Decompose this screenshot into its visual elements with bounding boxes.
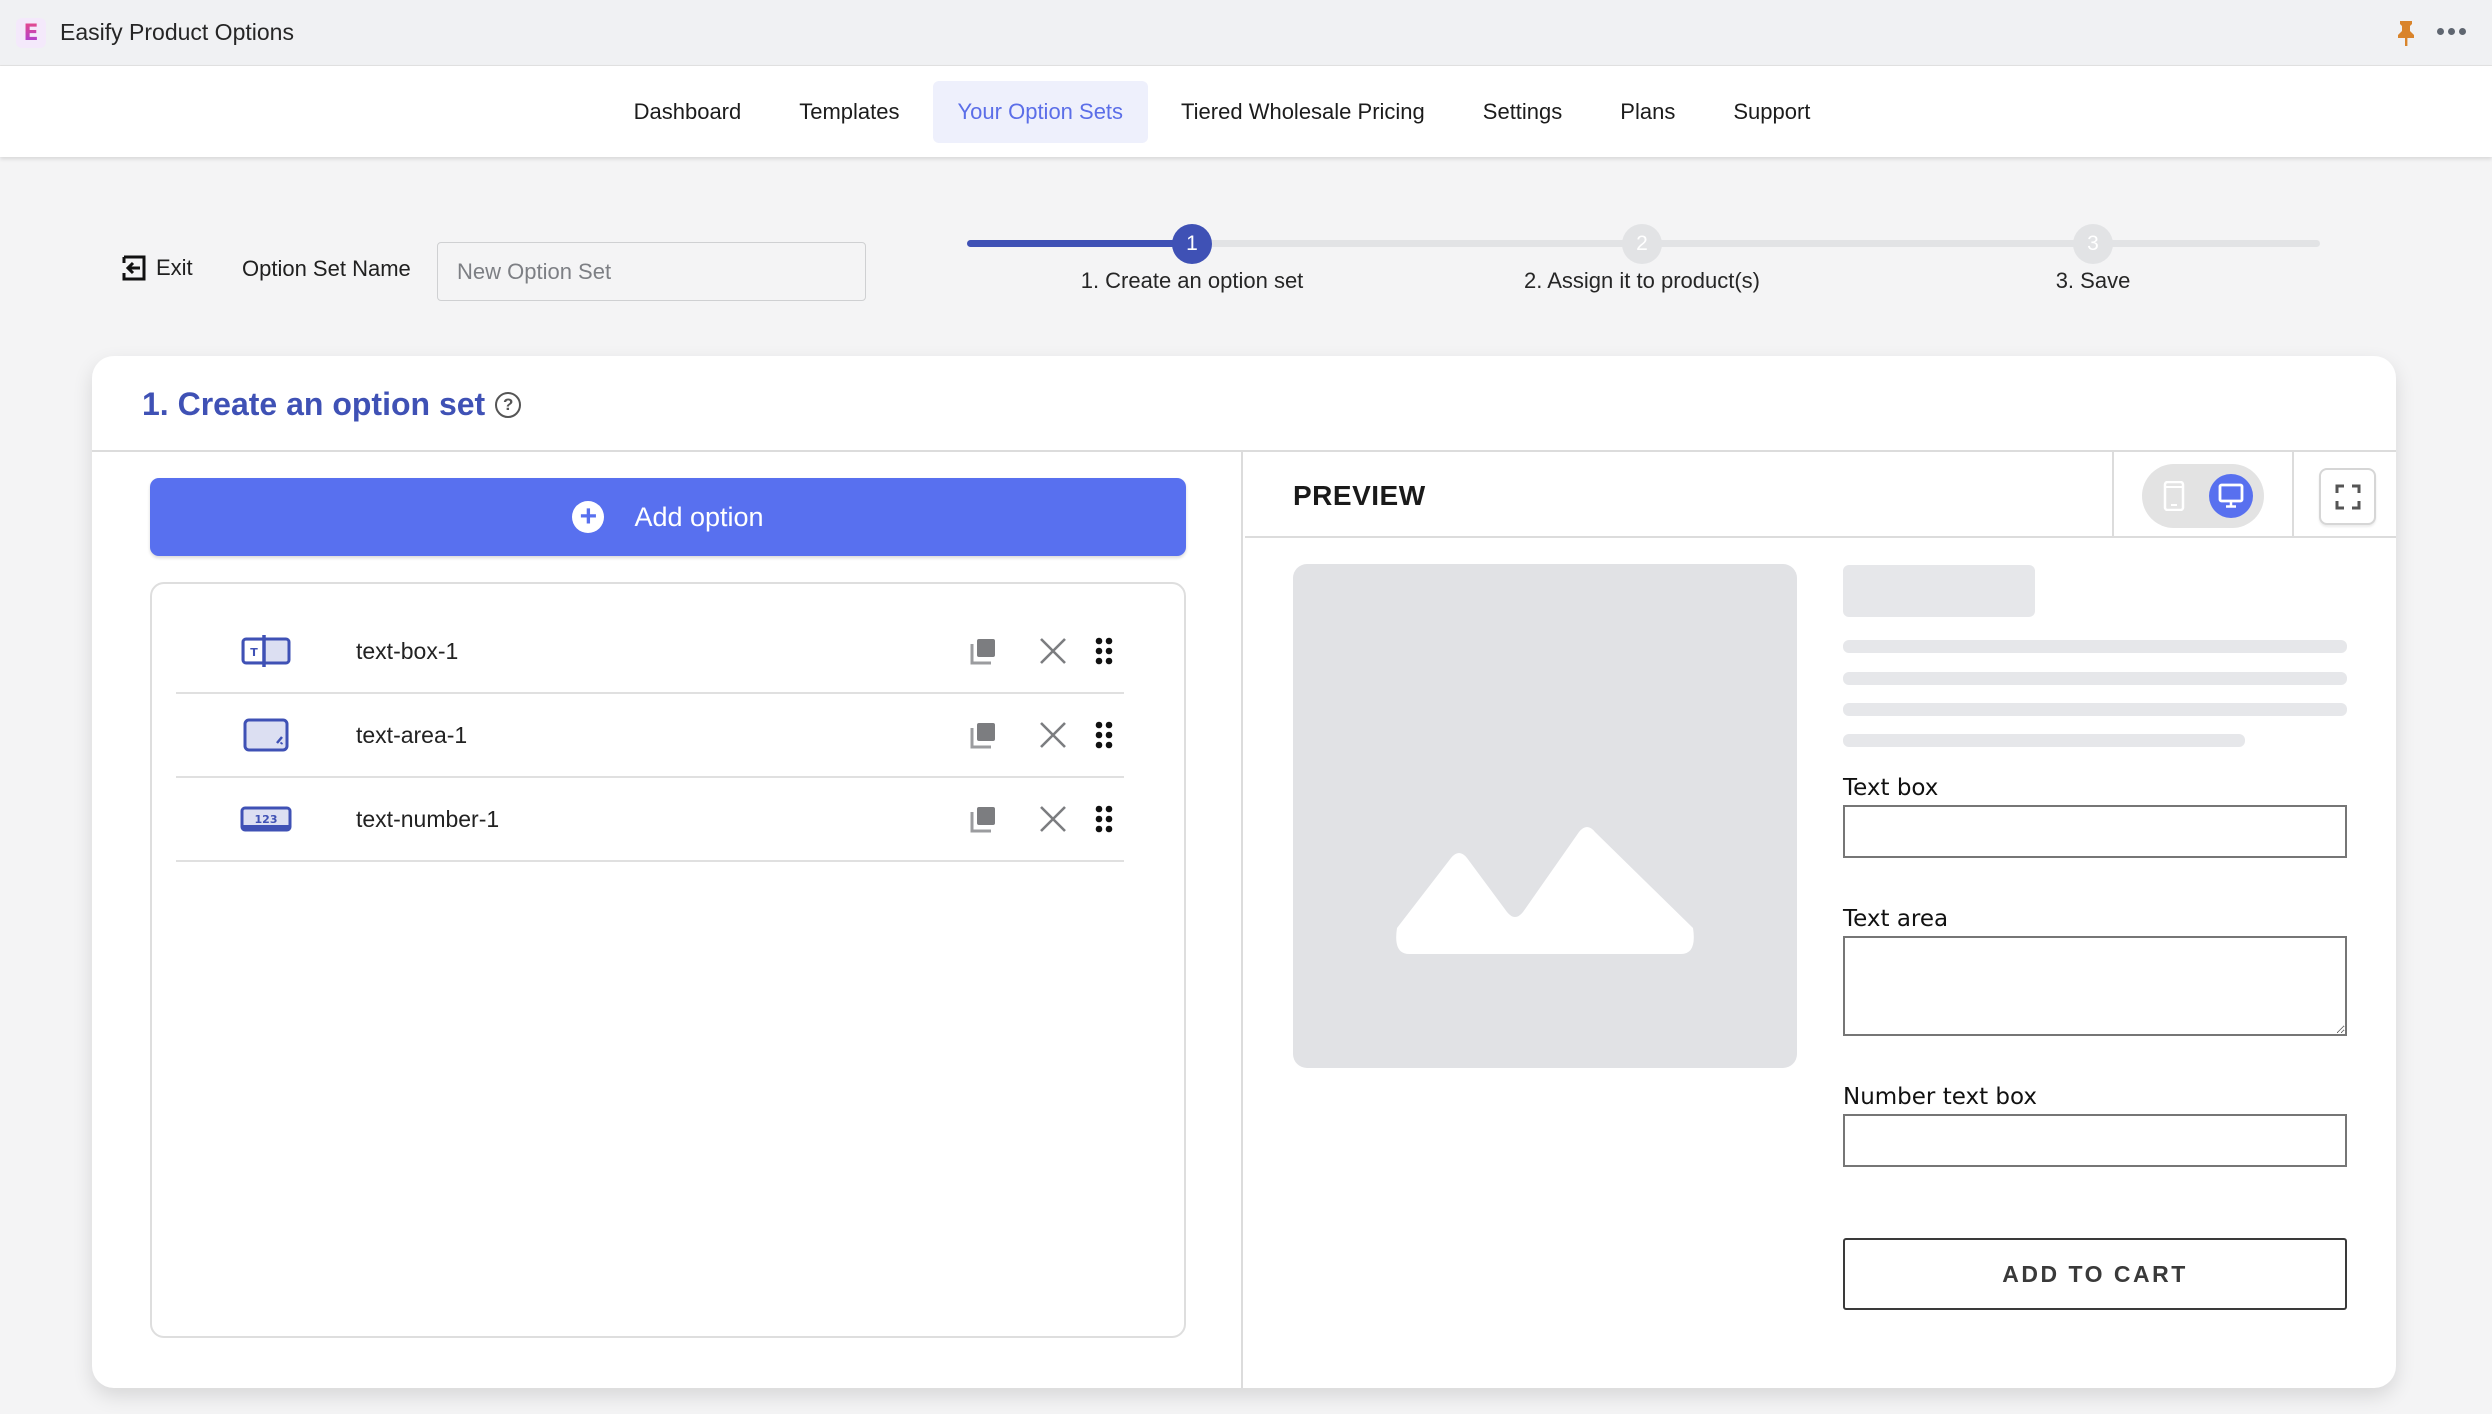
nav-tiered-wholesale-pricing[interactable]: Tiered Wholesale Pricing [1156, 81, 1450, 143]
preview-text-box-label: Text box [1843, 775, 1939, 801]
desktop-view-button[interactable] [2209, 474, 2253, 518]
text-area-icon [243, 718, 289, 752]
step-3-dot[interactable]: 3 [2073, 224, 2113, 264]
drag-handle-icon[interactable] [1094, 720, 1114, 750]
image-placeholder-icon [1396, 827, 1694, 954]
preview-title: PREVIEW [1293, 480, 1426, 511]
device-toggle [2142, 464, 2264, 528]
progress-stepper: 1 2 3 1. Create an option set 2. Assign … [967, 222, 2320, 302]
preview-text-area-label: Text area [1843, 906, 1949, 932]
svg-text:123: 123 [255, 813, 278, 826]
main-nav: Dashboard Templates Your Option Sets Tie… [0, 66, 2492, 157]
exit-icon [122, 255, 146, 281]
text-box-icon: T [241, 635, 291, 667]
app-title: Easify Product Options [60, 19, 294, 45]
fullscreen-icon [2335, 484, 2360, 509]
more-horizontal-icon[interactable] [2437, 28, 2466, 35]
drag-handle-icon[interactable] [1094, 636, 1114, 666]
preview-header: PREVIEW [1245, 452, 2396, 538]
duplicate-icon[interactable] [968, 636, 998, 666]
mobile-view-button[interactable] [2152, 474, 2196, 518]
option-name: text-box-1 [356, 637, 459, 664]
product-image-placeholder [1293, 564, 1797, 1068]
step-2-dot[interactable]: 2 [1622, 224, 1662, 264]
fullscreen-button[interactable] [2319, 468, 2376, 525]
option-row[interactable]: 123 text-number-1 [176, 778, 1124, 862]
preview-number-box-input[interactable] [1843, 1114, 2347, 1167]
option-row[interactable]: T text-box-1 [176, 610, 1124, 694]
step-1-dot[interactable]: 1 [1172, 224, 1212, 264]
stepper-progress [967, 240, 1193, 247]
nav-support[interactable]: Support [1708, 81, 1835, 143]
card-header: 1. Create an option set ? [92, 356, 2396, 452]
exit-label: Exit [156, 255, 193, 280]
delete-icon[interactable] [1038, 720, 1068, 750]
preview-text-area-input[interactable] [1843, 936, 2347, 1036]
preview-text-box-input[interactable] [1843, 805, 2347, 858]
pin-icon[interactable] [2395, 20, 2417, 46]
text-skeleton [1843, 734, 2245, 747]
add-to-cart-button[interactable]: ADD TO CART [1843, 1238, 2347, 1310]
nav-settings[interactable]: Settings [1458, 81, 1588, 143]
options-list: T text-box-1 text-area-1 123 text-number… [150, 582, 1186, 1338]
option-name: text-area-1 [356, 721, 468, 748]
device-toggle-cell [2112, 452, 2294, 538]
drag-handle-icon[interactable] [1094, 804, 1114, 834]
nav-plans[interactable]: Plans [1595, 81, 1700, 143]
title-skeleton [1843, 565, 2035, 617]
desktop-icon [2218, 483, 2244, 508]
add-option-button[interactable]: + Add option [150, 478, 1186, 556]
preview-number-box-label: Number text box [1843, 1084, 2037, 1110]
plus-circle-icon: + [572, 501, 605, 533]
options-editor-pane: + Add option T text-box-1 text-area-1 12… [92, 452, 1243, 1388]
duplicate-icon[interactable] [968, 804, 998, 834]
help-icon[interactable]: ? [495, 391, 522, 418]
step-2-label: 2. Assign it to product(s) [1524, 268, 1760, 293]
step-1-label: 1. Create an option set [1080, 268, 1304, 293]
option-name: text-number-1 [356, 805, 500, 832]
card-title: 1. Create an option set ? [142, 386, 522, 423]
nav-dashboard[interactable]: Dashboard [609, 81, 767, 143]
app-logo: E [16, 18, 46, 48]
option-set-name-input[interactable] [437, 242, 866, 301]
app-titlebar: E Easify Product Options [0, 0, 2492, 66]
exit-button[interactable]: Exit [120, 254, 193, 282]
text-skeleton [1843, 672, 2347, 685]
step-3-label: 3. Save [2055, 268, 2131, 293]
delete-icon[interactable] [1038, 804, 1068, 834]
delete-icon[interactable] [1038, 636, 1068, 666]
text-skeleton [1843, 703, 2347, 716]
option-row[interactable]: text-area-1 [176, 694, 1124, 778]
option-set-name-label: Option Set Name [242, 256, 411, 281]
option-set-card: 1. Create an option set ? + Add option T… [92, 356, 2396, 1388]
nav-your-option-sets[interactable]: Your Option Sets [932, 80, 1149, 143]
duplicate-icon[interactable] [968, 720, 998, 750]
number-box-icon: 123 [240, 806, 292, 832]
mobile-icon [2163, 481, 2185, 511]
svg-text:T: T [250, 646, 258, 659]
text-skeleton [1843, 640, 2347, 653]
nav-templates[interactable]: Templates [774, 81, 924, 143]
